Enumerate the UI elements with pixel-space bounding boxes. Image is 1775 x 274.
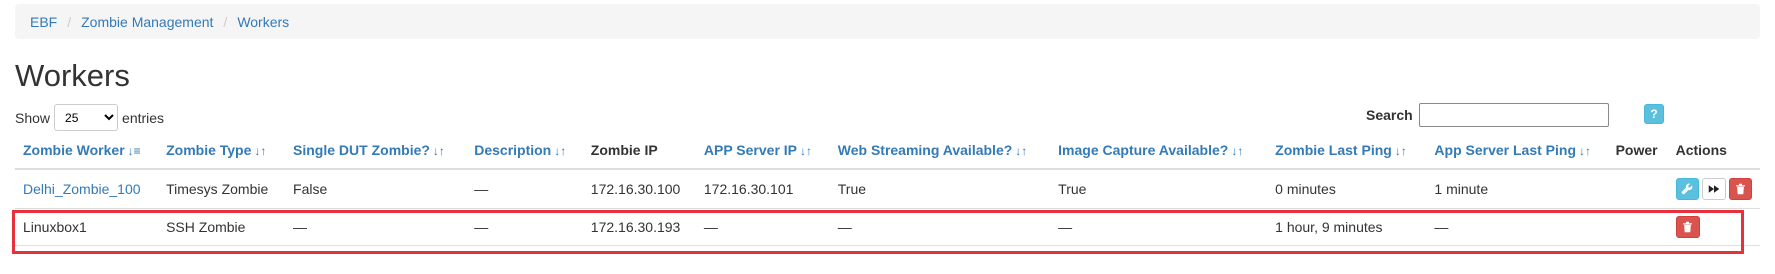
cell-power <box>1607 169 1668 209</box>
column-header-actions: Actions <box>1667 132 1760 170</box>
sort-icon: ↓↑ <box>432 144 445 158</box>
cell-type: Timesys Zombie <box>158 169 286 209</box>
cell-description: — <box>466 208 583 246</box>
table-row: Linuxbox1 SSH Zombie — — 172.16.30.193 —… <box>15 208 1760 246</box>
sort-asc-icon: ↓≡ <box>127 144 141 158</box>
cell-description: — <box>466 169 583 209</box>
trash-icon <box>1735 183 1745 195</box>
cell-type: SSH Zombie <box>158 208 286 246</box>
cell-actions <box>1667 169 1760 209</box>
breadcrumb-separator: / <box>67 13 72 30</box>
wrench-icon <box>1681 183 1693 195</box>
sort-icon: ↓↑ <box>254 144 267 158</box>
column-header-zombie-ip: Zombie IP <box>582 132 696 170</box>
cell-zombie-last-ping: 1 hour, 9 minutes <box>1267 208 1427 246</box>
search-label: Search <box>1366 107 1413 123</box>
cell-web-streaming: True <box>829 169 1051 209</box>
cell-single-dut: False <box>285 169 467 209</box>
row-actions <box>1675 216 1752 238</box>
column-header-zombie-worker[interactable]: Zombie Worker ↓≡ <box>15 132 159 170</box>
breadcrumb-workers[interactable]: Workers <box>237 14 289 30</box>
sort-icon: ↓↑ <box>1231 144 1244 158</box>
worker-link[interactable]: Delhi_Zombie_100 <box>23 181 141 197</box>
cell-power <box>1607 208 1668 246</box>
breadcrumb-ebf[interactable]: EBF <box>30 14 57 30</box>
sort-icon: ↓↑ <box>554 144 567 158</box>
breadcrumb: EBF / Zombie Management / Workers <box>15 4 1760 39</box>
cell-app-server-ip: 172.16.30.101 <box>695 169 830 209</box>
column-header-single-dut[interactable]: Single DUT Zombie? ↓↑ <box>285 132 467 170</box>
column-header-web-streaming[interactable]: Web Streaming Available? ↓↑ <box>829 132 1051 170</box>
page-title: Workers <box>15 58 130 93</box>
length-menu: Show 25 entries <box>15 104 164 131</box>
workers-table: Zombie Worker ↓≡ Zombie Type ↓↑ Single DUT… <box>15 132 1760 246</box>
delete-button[interactable] <box>1675 216 1700 238</box>
cell-app-server-last-ping: — <box>1426 208 1608 246</box>
sort-icon: ↓↑ <box>1394 144 1407 158</box>
cell-zombie-ip: 172.16.30.100 <box>582 169 696 209</box>
breadcrumb-zombie-management[interactable]: Zombie Management <box>81 14 213 30</box>
trash-icon <box>1683 221 1693 233</box>
search-input[interactable] <box>1418 103 1609 127</box>
cell-actions <box>1667 208 1760 246</box>
table-header-row: Zombie Worker ↓≡ Zombie Type ↓↑ Single DUT… <box>15 132 1760 170</box>
cell-web-streaming: — <box>829 208 1051 246</box>
sort-icon: ↓↑ <box>800 144 813 158</box>
fast-forward-icon <box>1708 185 1720 193</box>
sort-icon: ↓↑ <box>1579 144 1591 158</box>
cell-worker: Delhi_Zombie_100 <box>15 169 159 209</box>
sort-icon: ↓↑ <box>1015 144 1028 158</box>
column-header-description[interactable]: Description ↓↑ <box>466 132 583 170</box>
column-header-app-server-last-ping[interactable]: App Server Last Ping ↓↑ <box>1426 132 1608 170</box>
column-header-image-capture[interactable]: Image Capture Available? ↓↑ <box>1050 132 1268 170</box>
length-menu-prefix: Show <box>15 109 51 126</box>
length-menu-suffix: entries <box>122 109 165 126</box>
help-button[interactable]: ? <box>1644 104 1664 124</box>
cell-worker: Linuxbox1 <box>15 208 159 246</box>
column-header-zombie-type[interactable]: Zombie Type ↓↑ <box>158 132 286 170</box>
entries-per-page-select[interactable]: 25 <box>54 104 119 131</box>
delete-button[interactable] <box>1728 178 1752 200</box>
column-header-zombie-last-ping[interactable]: Zombie Last Ping ↓↑ <box>1267 132 1427 170</box>
cell-zombie-last-ping: 0 minutes <box>1267 169 1427 209</box>
cell-single-dut: — <box>285 208 467 246</box>
cell-image-capture: — <box>1050 208 1268 246</box>
table-row: Delhi_Zombie_100 Timesys Zombie False — … <box>15 169 1760 209</box>
cell-app-server-last-ping: 1 minute <box>1426 169 1608 209</box>
search-box: Search <box>1366 103 1609 127</box>
cell-app-server-ip: — <box>695 208 830 246</box>
row-actions <box>1675 178 1752 200</box>
breadcrumb-separator: / <box>223 13 228 30</box>
cell-image-capture: True <box>1050 169 1268 209</box>
run-button[interactable] <box>1702 178 1726 200</box>
column-header-power: Power <box>1607 132 1668 170</box>
column-header-app-server-ip[interactable]: APP Server IP ↓↑ <box>695 132 830 170</box>
cell-zombie-ip: 172.16.30.193 <box>582 208 696 246</box>
edit-button[interactable] <box>1675 178 1700 200</box>
